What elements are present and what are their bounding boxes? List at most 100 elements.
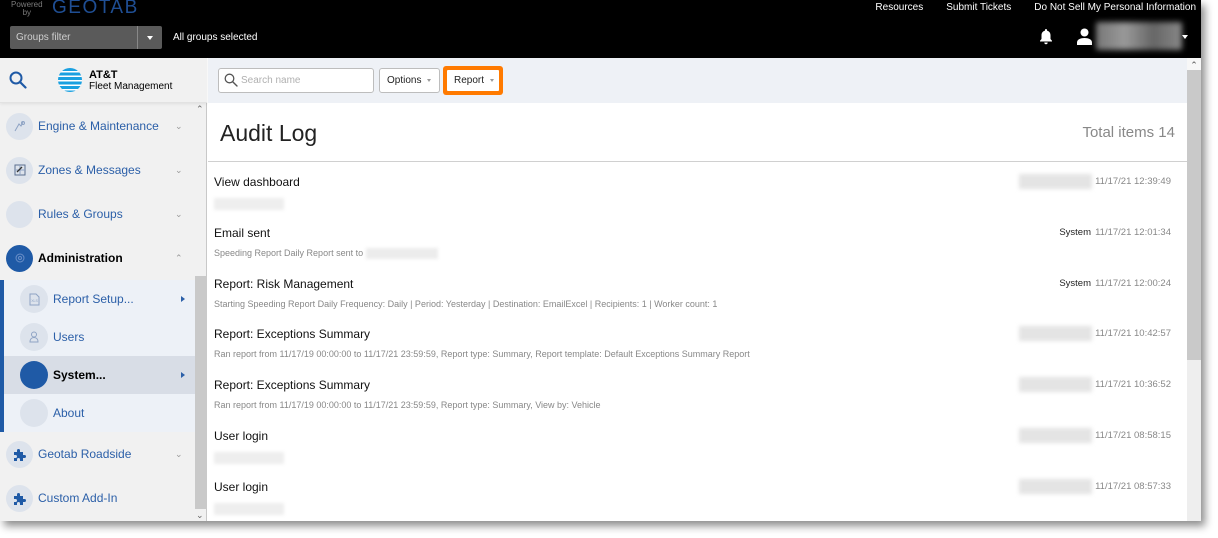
sidebar-item-rules-groups[interactable]: Rules & Groups ⌄ <box>0 192 195 236</box>
entry-user-redacted <box>1019 478 1092 494</box>
sidebar-item-engine-maintenance[interactable]: Engine & Maintenance ⌄ <box>0 104 195 148</box>
chevron-right-icon <box>181 372 185 378</box>
user-name-redacted[interactable] <box>1096 22 1182 50</box>
sidebar-item-zones-messages[interactable]: Zones & Messages ⌄ <box>0 148 195 192</box>
chevron-up-icon: ⌃ <box>175 252 183 263</box>
entry-title: Report: Risk Management <box>214 276 354 291</box>
user-icon[interactable] <box>1077 28 1092 50</box>
entry-user: System <box>1059 277 1091 289</box>
sidebar: AT&T Fleet Management Engine & Maintenan… <box>0 58 207 521</box>
entry-user: System <box>1059 226 1091 238</box>
sidebar-item-label: Engine & Maintenance <box>38 119 159 133</box>
list-item[interactable]: User login 11/17/21 08:58:15 <box>208 416 1187 467</box>
chevron-down-icon: ⌄ <box>175 164 183 175</box>
sidebar-item-custom-add-in[interactable]: Custom Add-In <box>0 476 195 520</box>
entry-detail-redacted <box>214 451 284 464</box>
sidebar-item-label: Users <box>53 330 85 344</box>
app-window: Powered by GEOTAB Groups filter All group… <box>0 0 1201 521</box>
sidebar-item-label: System... <box>53 368 106 382</box>
geotab-logo: GEOTAB <box>52 0 139 18</box>
scroll-down-icon[interactable]: ⌄ <box>196 510 204 521</box>
entry-timestamp: 11/17/21 08:57:33 <box>1095 480 1171 492</box>
search-icon <box>224 73 238 92</box>
entry-timestamp: 11/17/21 10:36:52 <box>1095 379 1171 391</box>
sidebar-item-label: About <box>53 406 85 420</box>
sidebar-item-administration[interactable]: Administration ⌃ <box>0 236 195 280</box>
gear-icon <box>6 244 33 272</box>
groups-status: All groups selected <box>173 32 258 43</box>
list-item[interactable]: User login 11/17/21 08:57:33 <box>208 467 1187 518</box>
entry-title: Email sent <box>214 225 271 240</box>
entry-timestamp: 11/17/21 10:42:57 <box>1095 328 1171 340</box>
list-item[interactable]: Report: Exceptions Summary Ran report fr… <box>208 314 1187 365</box>
main-content: Options Report Audit Log Total items 14 … <box>208 58 1187 521</box>
groups-filter[interactable]: Groups filter <box>10 26 162 49</box>
scroll-up-icon[interactable]: ⌃ <box>196 104 204 115</box>
header-links: Resources Submit Tickets Do Not Sell My … <box>875 2 1196 13</box>
groups-filter-input[interactable]: Groups filter <box>10 26 137 49</box>
sidebar-item-about[interactable]: About <box>4 394 195 432</box>
puzzle-icon <box>6 440 33 468</box>
entry-user-redacted <box>1019 377 1092 393</box>
options-button[interactable]: Options <box>379 68 440 93</box>
report-button[interactable]: Report <box>447 70 499 91</box>
sidebar-item-label: Rules & Groups <box>38 207 123 221</box>
entry-timestamp: 11/17/21 12:39:49 <box>1095 176 1171 187</box>
list-item[interactable]: Report: Risk Management Starting Speedin… <box>208 264 1187 315</box>
main-scroll-thumb[interactable] <box>1187 70 1201 360</box>
entry-detail: Ran report from 11/17/19 00:00:00 to 11/… <box>214 349 750 360</box>
search-icon[interactable] <box>9 71 27 94</box>
total-items-count: Total items 14 <box>1082 124 1175 141</box>
search-field[interactable] <box>218 68 374 93</box>
about-icon <box>20 399 48 427</box>
user-menu-caret-icon[interactable] <box>1182 35 1188 39</box>
chevron-down-icon: ⌄ <box>175 120 183 131</box>
sidebar-item-label: Geotab Roadside <box>38 447 132 461</box>
sidebar-item-geotab-roadside[interactable]: Geotab Roadside ⌄ <box>0 432 195 476</box>
caret-down-icon <box>427 79 432 82</box>
brand-subtitle: Fleet Management <box>89 81 173 92</box>
zones-icon <box>6 156 33 184</box>
list-item[interactable]: Report: Exceptions Summary Ran report fr… <box>208 365 1187 416</box>
audit-log-list: View dashboard 11/17/21 12:39:49 Email s… <box>208 162 1187 518</box>
search-input[interactable] <box>241 72 369 89</box>
entry-timestamp: 11/17/21 08:58:15 <box>1095 429 1171 441</box>
att-globe-logo <box>58 68 82 92</box>
administration-submenu: XLS Report Setup... Users System... Abou… <box>0 280 195 432</box>
entry-title: Report: Exceptions Summary <box>214 327 371 342</box>
entry-title: User login <box>214 428 269 443</box>
page-title: Audit Log <box>220 120 318 146</box>
chevron-right-icon <box>181 296 185 302</box>
recipient-redacted <box>366 247 439 259</box>
system-icon <box>20 361 48 389</box>
sidebar-nav: Engine & Maintenance ⌄ Zones & Messages … <box>0 104 195 520</box>
sidebar-item-users[interactable]: Users <box>4 318 195 356</box>
main-scrollbar[interactable]: ⌃ <box>1187 58 1201 521</box>
brand-name: AT&T <box>89 69 118 81</box>
sidebar-item-label: Custom Add-In <box>38 491 118 505</box>
options-label: Options <box>387 75 422 86</box>
submit-tickets-link[interactable]: Submit Tickets <box>946 2 1011 13</box>
engine-icon <box>6 112 33 140</box>
puzzle-icon <box>6 484 33 512</box>
sidebar-scrollbar[interactable]: ⌃ ⌄ <box>195 104 207 521</box>
groups-filter-dropdown-button[interactable] <box>137 26 162 49</box>
svg-text:XLS: XLS <box>31 299 38 303</box>
sidebar-item-report-setup[interactable]: XLS Report Setup... <box>4 280 195 318</box>
list-item[interactable]: Email sent Speeding Report Daily Report … <box>208 213 1187 264</box>
chevron-down-icon: ⌄ <box>175 448 183 459</box>
entry-user-redacted <box>1019 326 1092 342</box>
user-icon <box>20 323 48 351</box>
caret-down-icon <box>490 79 495 82</box>
sidebar-item-system[interactable]: System... <box>4 356 195 394</box>
resources-link[interactable]: Resources <box>875 2 923 13</box>
sidebar-scroll-thumb[interactable] <box>195 276 207 509</box>
scroll-up-icon[interactable]: ⌃ <box>1187 58 1201 70</box>
list-item[interactable]: View dashboard 11/17/21 12:39:49 <box>208 162 1187 213</box>
sidebar-item-label: Zones & Messages <box>38 163 141 177</box>
entry-detail-redacted <box>214 502 284 515</box>
report-label: Report <box>454 75 485 86</box>
bell-icon[interactable] <box>1038 28 1054 50</box>
do-not-sell-link[interactable]: Do Not Sell My Personal Information <box>1034 2 1196 13</box>
entry-title: Report: Exceptions Summary <box>214 378 371 393</box>
